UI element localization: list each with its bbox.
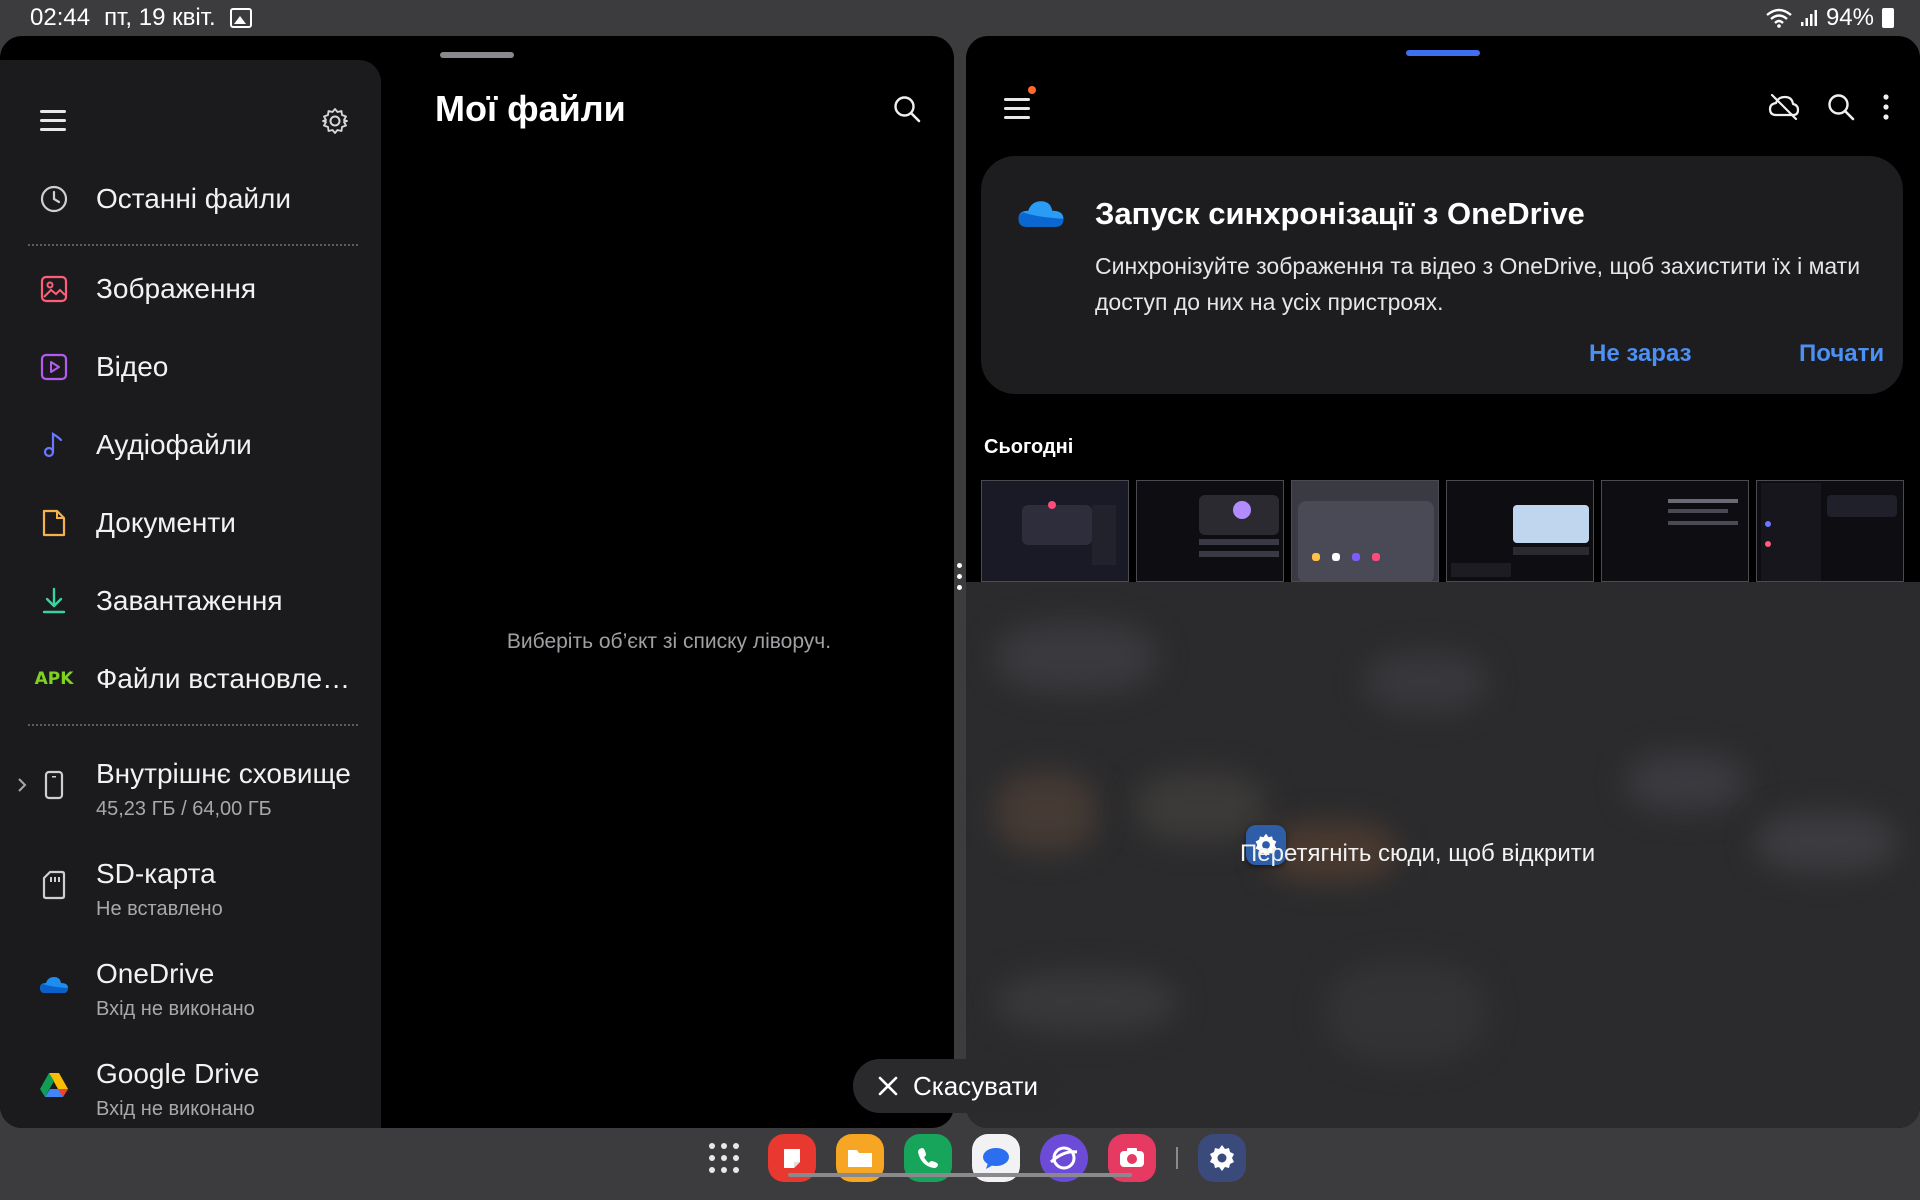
battery-icon: [1882, 8, 1894, 28]
image-thumbnail[interactable]: [1601, 480, 1749, 582]
chevron-right-icon[interactable]: [16, 776, 28, 794]
document-icon: [38, 507, 70, 539]
nav-installation-files[interactable]: APK Файли встановле…: [0, 644, 381, 714]
nav-internal-storage[interactable]: Внутрішнє сховище 45,23 ГБ / 64,00 ГБ: [0, 740, 381, 830]
page-title: Мої файли: [435, 88, 626, 129]
storage-usage: 45,23 ГБ / 64,00 ГБ: [96, 798, 272, 820]
image-thumbnail[interactable]: [1446, 480, 1594, 582]
window-splitter-handle[interactable]: [957, 563, 963, 603]
clock-icon: [38, 183, 70, 215]
nav-onedrive[interactable]: OneDrive Вхід не виконано: [0, 940, 381, 1030]
nav-sd-card[interactable]: SD-карта Не вставлено: [0, 840, 381, 930]
nav-label: Відео: [96, 351, 169, 382]
search-icon[interactable]: [892, 94, 922, 124]
nav-label: Google Drive: [96, 1058, 260, 1089]
nav-label: SD-карта: [96, 858, 216, 889]
nav-label: Внутрішнє сховище: [96, 758, 351, 789]
image-icon: [38, 273, 70, 305]
settings-gear-icon[interactable]: [320, 106, 350, 136]
menu-icon[interactable]: [40, 110, 66, 132]
status-time: 02:44: [30, 4, 91, 31]
nav-video[interactable]: Відео: [0, 332, 381, 402]
image-thumbnail[interactable]: [1136, 480, 1284, 582]
music-icon: [38, 429, 70, 461]
status-date: пт, 19 квіт.: [104, 4, 216, 31]
divider: [28, 724, 358, 726]
home-indicator[interactable]: [788, 1173, 1132, 1177]
nav-images[interactable]: Зображення: [0, 254, 381, 324]
cloud-off-icon[interactable]: [1768, 93, 1800, 121]
phone-icon: [38, 769, 70, 801]
apps-grid-icon[interactable]: [700, 1134, 748, 1182]
account-status: Вхід не виконано: [96, 998, 255, 1020]
nav-label: Завантаження: [96, 585, 283, 616]
image-thumbnail[interactable]: [1756, 480, 1904, 582]
nav-label: Документи: [96, 507, 236, 538]
search-icon[interactable]: [1826, 92, 1856, 122]
sd-card-icon: [38, 869, 70, 901]
image-thumbnail[interactable]: [981, 480, 1129, 582]
drop-zone-text: Перетягніть сюди, щоб відкрити: [1240, 840, 1596, 867]
cancel-label: Скасувати: [913, 1070, 1039, 1101]
section-header: Сьогодні: [984, 436, 1074, 458]
my-files-window: Останні файли Зображення Відео Аудіофайл…: [0, 36, 954, 1128]
more-options-icon[interactable]: [1882, 93, 1890, 121]
image-thumbnail[interactable]: [1291, 480, 1439, 582]
taskbar-separator: [1176, 1147, 1178, 1169]
google-drive-icon: [38, 1069, 70, 1101]
notification-dot: [1028, 86, 1036, 94]
signal-icon: [1800, 10, 1817, 26]
thumbnail-row: [981, 480, 1904, 582]
card-description: Синхронізуйте зображення та відео з OneD…: [1095, 253, 1861, 315]
nav-label: Аудіофайли: [96, 429, 252, 460]
nav-google-drive[interactable]: Google Drive Вхід не виконано: [0, 1040, 381, 1128]
menu-icon[interactable]: [1004, 98, 1030, 120]
download-icon: [38, 585, 70, 617]
start-button[interactable]: Почати: [1799, 340, 1884, 368]
window-handle-active[interactable]: [1406, 50, 1480, 56]
divider: [28, 244, 358, 246]
onedrive-sync-card: Запуск синхронізації з OneDrive Синхроні…: [981, 156, 1903, 394]
apk-icon: APK: [34, 669, 74, 689]
onedrive-icon: [38, 969, 70, 1001]
account-status: Вхід не виконано: [96, 1098, 255, 1120]
nav-recent-files[interactable]: Останні файли: [0, 164, 381, 234]
card-title: Запуск синхронізації з OneDrive: [1095, 196, 1585, 231]
storage-status: Не вставлено: [96, 898, 223, 920]
battery-percent: 94%: [1825, 4, 1874, 31]
nav-label: OneDrive: [96, 958, 215, 989]
nav-downloads[interactable]: Завантаження: [0, 566, 381, 636]
nav-audio[interactable]: Аудіофайли: [0, 410, 381, 480]
wifi-icon: [1766, 8, 1792, 28]
not-now-button[interactable]: Не зараз: [1589, 340, 1692, 368]
cancel-button[interactable]: Скасувати: [853, 1059, 1063, 1113]
gallery-notification-icon: [229, 8, 252, 28]
nav-label: Файли встановле…: [96, 663, 351, 694]
video-icon: [38, 351, 70, 383]
status-bar: 02:44 пт, 19 квіт. 94%: [0, 0, 1920, 36]
nav-label: Останні файли: [96, 183, 292, 214]
navigation-drawer: Останні файли Зображення Відео Аудіофайл…: [0, 60, 381, 1128]
window-handle[interactable]: [440, 52, 514, 58]
empty-state-text: Виберіть об’єкт зі списку ліворуч.: [506, 630, 832, 653]
settings-app-icon[interactable]: [1198, 1134, 1246, 1182]
nav-label: Зображення: [96, 273, 257, 304]
nav-documents[interactable]: Документи: [0, 488, 381, 558]
onedrive-icon: [1018, 201, 1064, 227]
close-icon: [878, 1076, 898, 1096]
taskbar: [700, 1130, 1246, 1186]
